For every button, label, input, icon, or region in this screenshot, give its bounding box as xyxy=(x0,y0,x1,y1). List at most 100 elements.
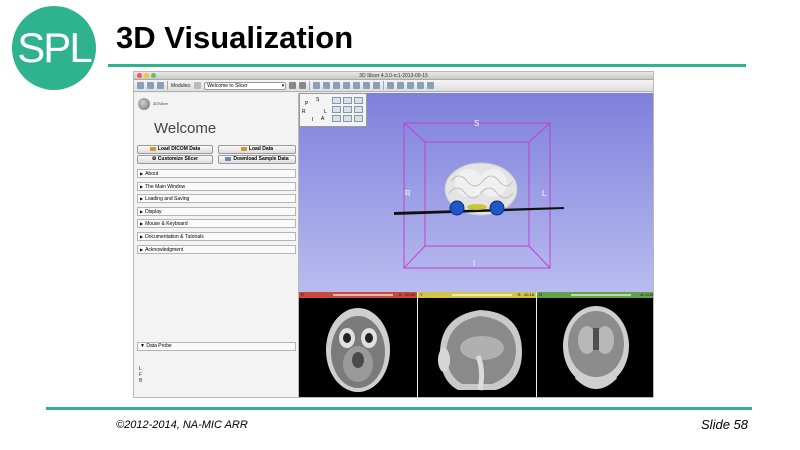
toolbar-separator xyxy=(309,81,311,90)
module-panel: 3DSlicer Welcome Load DICOM Data Load Da… xyxy=(134,93,299,397)
section-label: The Main Window xyxy=(145,183,186,190)
section-documentation[interactable]: ▶ Documentation & Tutorials xyxy=(137,231,296,241)
section-label: About xyxy=(145,171,159,177)
section-main-window[interactable]: ▶ The Main Window xyxy=(137,181,296,191)
volumes-module-icon[interactable] xyxy=(333,82,341,89)
stereo-icon[interactable] xyxy=(354,115,363,122)
customize-slicer-button[interactable]: ⚙ Customize Slicer xyxy=(137,155,213,164)
models-module-icon[interactable] xyxy=(343,82,351,89)
view-controls-grid xyxy=(332,97,363,122)
crosshair-icon[interactable] xyxy=(407,82,415,89)
load-dicom-label: Load DICOM Data xyxy=(157,146,201,152)
layout-icon[interactable] xyxy=(397,82,405,89)
axis-label-a: A xyxy=(475,189,481,198)
section-label: Display xyxy=(145,208,162,215)
folder-icon xyxy=(149,146,156,151)
load-data-icon[interactable] xyxy=(137,82,144,89)
expand-arrow-icon: ▶ xyxy=(140,221,144,227)
orient-s: S xyxy=(316,97,320,103)
right-eye-model xyxy=(489,200,505,216)
spl-logo: SPL xyxy=(12,6,96,90)
coronal-mri-image xyxy=(563,306,629,389)
expand-arrow-icon: ▶ xyxy=(140,196,144,202)
red-slice-letter: R xyxy=(301,292,304,297)
expand-arrow-icon: ▶ xyxy=(140,208,144,214)
axis-label-l: L xyxy=(542,189,547,198)
load-dicom-button[interactable]: Load DICOM Data xyxy=(137,145,213,154)
load-data-button[interactable]: Load Data xyxy=(218,145,296,154)
main-toolbar: Modules: Welcome to Slicer xyxy=(134,80,653,92)
view-controller-popup: P S R L A I xyxy=(299,93,367,127)
slicer-logo-icon xyxy=(138,98,150,110)
footer-divider xyxy=(46,407,752,410)
download-sample-button[interactable]: Download Sample Data xyxy=(218,155,296,164)
section-mouse-keyboard[interactable]: ▶ Mouse & Keyboard xyxy=(137,219,296,229)
markups-module-icon[interactable] xyxy=(363,82,371,89)
download-icon xyxy=(225,156,232,161)
window-title: 3D Slicer 4.3.0-rc1-2013-09-15 xyxy=(359,73,428,79)
pitch-icon[interactable] xyxy=(343,97,352,104)
transforms-module-icon[interactable] xyxy=(353,82,361,89)
zoom-in-icon[interactable] xyxy=(343,106,352,113)
orient-a: A xyxy=(321,116,325,122)
forward-arrow-icon[interactable] xyxy=(299,82,307,89)
slicer-logo-label: 3DSlicer xyxy=(153,101,169,106)
search-icon[interactable] xyxy=(194,82,202,89)
axis-label-r: R xyxy=(405,189,411,198)
green-slice-view[interactable] xyxy=(537,298,653,397)
yellow-slice-view[interactable] xyxy=(418,298,536,397)
module-selector[interactable]: Welcome to Slicer xyxy=(204,81,287,90)
data-module-icon[interactable] xyxy=(323,82,331,89)
probe-letter-b: B xyxy=(139,378,143,384)
orientation-axes[interactable]: P S R L A I xyxy=(302,96,330,124)
red-slice-slider[interactable] xyxy=(333,294,393,296)
roll-icon[interactable] xyxy=(354,97,363,104)
modules-label: Modules: xyxy=(171,82,192,89)
expand-arrow-icon: ▶ xyxy=(140,183,144,189)
expand-arrow-icon: ▶ xyxy=(140,246,144,252)
data-probe-label: Data Probe xyxy=(146,343,172,349)
home-icon[interactable] xyxy=(313,82,321,89)
yellow-slice-letter: Y xyxy=(420,292,423,297)
green-slice-slider[interactable] xyxy=(571,294,631,296)
section-label: Mouse & Keyboard xyxy=(145,221,188,228)
reset-view-icon[interactable] xyxy=(332,97,341,104)
section-label: Loading and Saving xyxy=(145,196,190,203)
download-sample-label: Download Sample Data xyxy=(233,156,289,162)
customize-label: Customize Slicer xyxy=(157,156,199,162)
yellow-slice-slider[interactable] xyxy=(452,294,512,296)
expand-arrow-icon: ▶ xyxy=(140,171,144,176)
back-arrow-icon[interactable] xyxy=(289,82,297,89)
3d-view[interactable]: S R L A I P S R L A I xyxy=(299,93,653,292)
yaw-icon[interactable] xyxy=(332,106,341,113)
expand-arrow-icon: ▶ xyxy=(140,233,144,239)
orient-i: I xyxy=(312,117,314,123)
rock-icon[interactable] xyxy=(343,115,352,122)
load-data-label: Load Data xyxy=(248,146,274,152)
data-probe-letters: L F B xyxy=(139,366,142,384)
toolbar-separator xyxy=(167,81,168,90)
dicom-icon[interactable] xyxy=(147,82,154,89)
section-display[interactable]: ▶ Display xyxy=(137,206,296,216)
axis-label-s: S xyxy=(474,119,480,128)
spin-icon[interactable] xyxy=(332,115,341,122)
editor-module-icon[interactable] xyxy=(373,82,381,89)
help-sections: ▶ About ▶ The Main Window ▶ Loading and Sav… xyxy=(137,169,296,257)
save-icon[interactable] xyxy=(157,82,164,89)
zoom-out-icon[interactable] xyxy=(354,106,363,113)
axis-label-i: I xyxy=(473,259,476,268)
toolbar-separator xyxy=(383,81,385,90)
folder-icon xyxy=(240,146,247,151)
screenshot-icon[interactable] xyxy=(417,82,425,89)
sagittal-mri-image xyxy=(438,310,522,391)
section-about[interactable]: ▶ About xyxy=(137,169,296,178)
data-probe-section[interactable]: ▼ Data Probe xyxy=(137,342,296,351)
python-console-icon[interactable] xyxy=(387,82,395,89)
copyright-text: ©2012-2014, NA-MIC ARR xyxy=(116,419,248,431)
section-label: Documentation & Tutorials xyxy=(145,233,204,240)
section-loading-saving[interactable]: ▶ Loading and Saving xyxy=(137,194,296,204)
section-acknowledgment[interactable]: ▶ Acknowledgment xyxy=(137,244,296,254)
red-slice-view[interactable] xyxy=(299,298,417,397)
place-fiducial-icon[interactable] xyxy=(427,82,435,89)
welcome-heading: Welcome xyxy=(154,120,217,137)
